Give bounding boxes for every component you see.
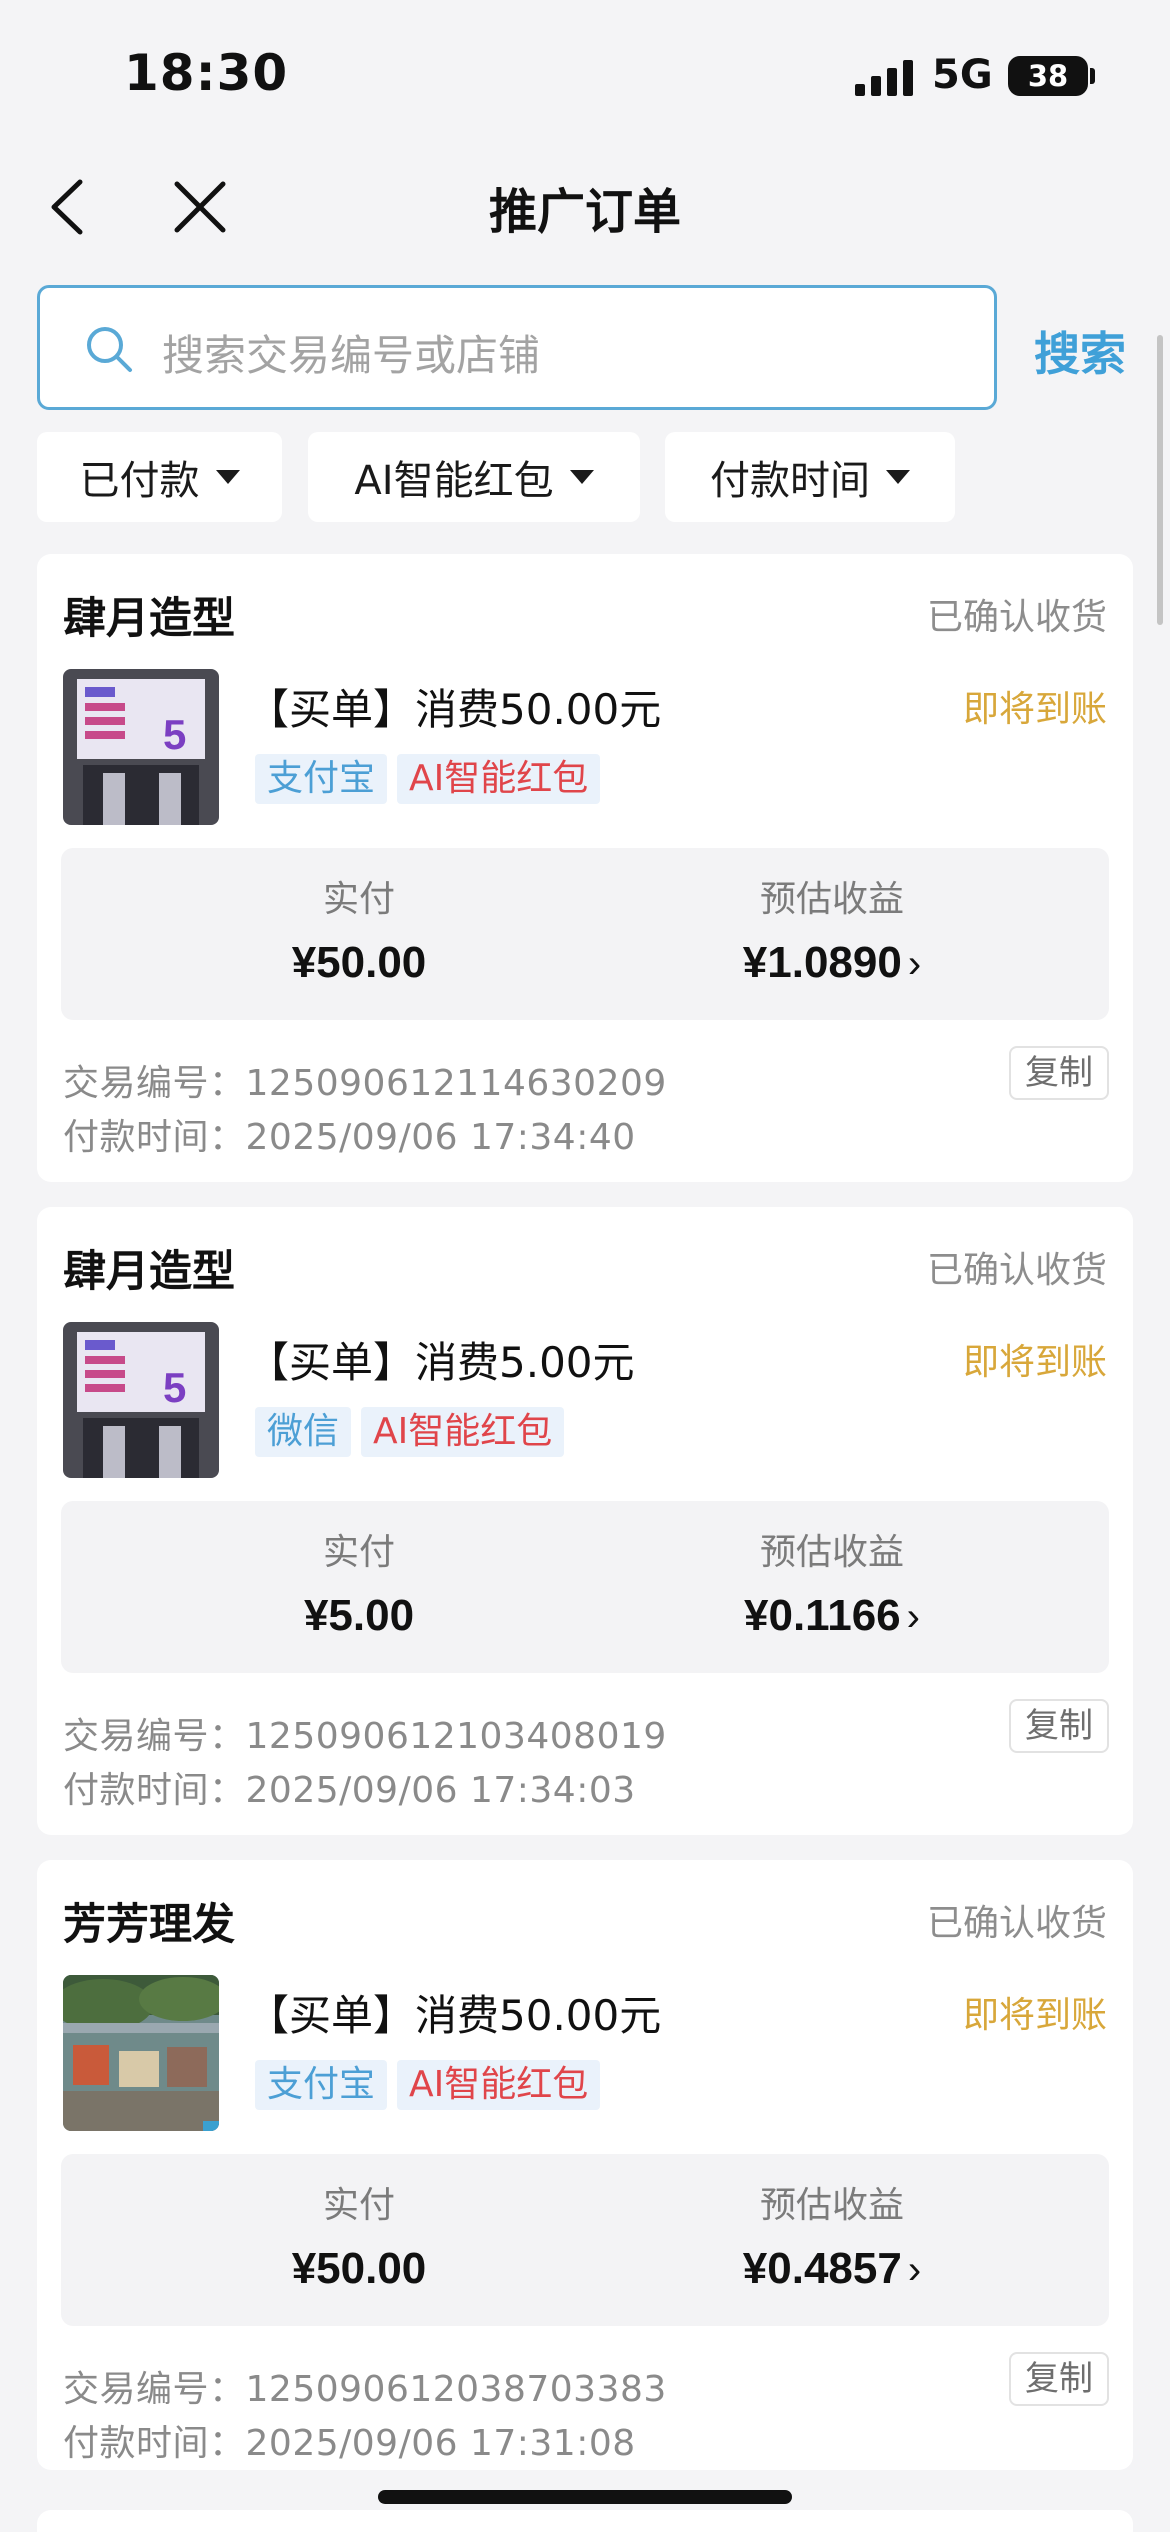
search-placeholder: 搜索交易编号或店铺: [162, 331, 541, 380]
amount-panel: 实付 预估收益 ¥50.00 ¥1.0890 ›: [61, 848, 1109, 1020]
payment-tag: 微信: [255, 1407, 352, 1457]
search-button[interactable]: 搜索: [1034, 318, 1126, 384]
chevron-right-icon: ›: [906, 1595, 920, 1639]
tx-no-value: 125090612103408019: [245, 1716, 667, 1757]
filter-time[interactable]: 付款时间: [665, 432, 955, 522]
order-status: 已确认收货: [926, 1250, 1107, 1291]
paid-label: 实付: [322, 2185, 395, 2226]
battery-icon: 38: [1008, 56, 1088, 96]
network-label: 5G: [932, 52, 993, 98]
shop-thumbnail: [63, 1975, 219, 2131]
caret-down-icon: [215, 470, 240, 484]
home-indicator[interactable]: [378, 2490, 792, 2504]
settle-status: 即将到账: [962, 1995, 1107, 2036]
caret-down-icon: [886, 470, 910, 484]
tx-no-label: 交易编号：: [63, 1716, 246, 1757]
copy-button[interactable]: 复制: [1009, 2352, 1109, 2406]
paid-label: 实付: [322, 879, 395, 920]
promo-tag: AI智能红包: [397, 2060, 601, 2110]
tag-list: 支付宝 AI智能红包: [255, 754, 601, 804]
tx-no-label: 交易编号：: [63, 2369, 246, 2410]
order-card[interactable]: 肆月造型 已确认收货 5 【买单】消费50.00元 即将到账 支付宝 AI智能红…: [37, 554, 1133, 1182]
income-amount[interactable]: ¥1.0890 ›: [682, 938, 982, 988]
product-title: 【买单】消费50.00元: [247, 685, 662, 734]
payment-tag: 支付宝: [255, 754, 388, 804]
filter-status-label: 已付款: [79, 458, 200, 504]
thumbnail-sign-number: 5: [163, 711, 186, 758]
pay-time-row: 付款时间：2025/09/06 17:31:08: [63, 2414, 636, 2466]
order-card-partial[interactable]: [37, 2510, 1133, 2532]
amount-panel: 实付 预估收益 ¥50.00 ¥0.4857 ›: [61, 2154, 1109, 2326]
promo-tag: AI智能红包: [397, 754, 601, 804]
shop-name: 芳芳理发: [63, 1900, 235, 1950]
income-label: 预估收益: [759, 1532, 904, 1573]
search-icon: [87, 327, 132, 372]
income-value: ¥1.0890: [742, 938, 902, 987]
tx-no-label: 交易编号：: [63, 1063, 246, 1104]
income-label: 预估收益: [759, 2185, 904, 2226]
paid-label: 实付: [322, 1532, 395, 1573]
search-input[interactable]: 搜索交易编号或店铺: [37, 285, 997, 410]
income-amount[interactable]: ¥0.1166 ›: [682, 1591, 982, 1641]
tx-no-row: 交易编号：125090612038703383: [63, 2360, 667, 2412]
shop-thumbnail: 5: [63, 669, 219, 825]
tag-list: 微信 AI智能红包: [255, 1407, 565, 1457]
order-status: 已确认收货: [926, 1903, 1107, 1944]
pay-time-label: 付款时间：: [63, 2423, 246, 2464]
pay-time-value: 2025/09/06 17:31:08: [245, 2423, 636, 2464]
copy-button[interactable]: 复制: [1009, 1046, 1109, 1100]
shop-name: 肆月造型: [63, 594, 235, 644]
product-title: 【买单】消费5.00元: [247, 1338, 635, 1387]
status-bar: 18:30 5G 38: [0, 0, 1170, 150]
pay-time-row: 付款时间：2025/09/06 17:34:03: [63, 1761, 636, 1813]
income-value: ¥0.1166: [744, 1591, 901, 1640]
caret-down-icon: [569, 470, 594, 484]
chevron-right-icon: ›: [907, 2248, 922, 2292]
payment-tag: 支付宝: [255, 2060, 388, 2110]
status-time: 18:30: [124, 44, 289, 102]
filter-time-label: 付款时间: [710, 458, 870, 504]
paid-amount: ¥50.00: [291, 938, 427, 987]
promo-tag: AI智能红包: [361, 1407, 565, 1457]
thumbnail-sign-number: 5: [163, 1364, 186, 1411]
income-value: ¥0.4857: [742, 2244, 902, 2293]
tx-no-row: 交易编号：125090612114630209: [63, 1054, 667, 1106]
tx-no-value: 125090612038703383: [245, 2369, 667, 2410]
chevron-right-icon: ›: [907, 942, 922, 986]
income-amount[interactable]: ¥0.4857 ›: [682, 2244, 982, 2294]
page-title: 推广订单: [488, 184, 681, 240]
shop-name: 肆月造型: [63, 1247, 235, 1297]
paid-amount: ¥50.00: [291, 2244, 427, 2293]
battery-tip: [1090, 68, 1095, 84]
paid-amount: ¥5.00: [303, 1591, 415, 1640]
pay-time-label: 付款时间：: [63, 1117, 246, 1158]
tx-no-row: 交易编号：125090612103408019: [63, 1707, 667, 1759]
order-card[interactable]: 芳芳理发 已确认收货 【买单】消费50.00元 即将到账 支付宝 AI智能红包 …: [37, 1860, 1133, 2470]
amount-panel: 实付 预估收益 ¥5.00 ¥0.1166 ›: [61, 1501, 1109, 1673]
tx-no-value: 125090612114630209: [245, 1063, 667, 1104]
shop-thumbnail: 5: [63, 1322, 219, 1478]
settle-status: 即将到账: [962, 1342, 1107, 1383]
product-title: 【买单】消费50.00元: [247, 1991, 662, 2040]
scrollbar[interactable]: [1157, 335, 1163, 625]
tag-list: 支付宝 AI智能红包: [255, 2060, 601, 2110]
signal-icon: [855, 60, 913, 96]
filter-type[interactable]: AI智能红包: [308, 432, 640, 522]
pay-time-label: 付款时间：: [63, 1770, 246, 1811]
settle-status: 即将到账: [962, 689, 1107, 730]
pay-time-row: 付款时间：2025/09/06 17:34:40: [63, 1108, 636, 1160]
pay-time-value: 2025/09/06 17:34:03: [245, 1770, 636, 1811]
filter-type-label: AI智能红包: [354, 458, 554, 504]
order-status: 已确认收货: [926, 597, 1107, 638]
income-label: 预估收益: [759, 879, 904, 920]
order-card[interactable]: 肆月造型 已确认收货 5 【买单】消费5.00元 即将到账 微信 AI智能红包 …: [37, 1207, 1133, 1835]
copy-button[interactable]: 复制: [1009, 1699, 1109, 1753]
pay-time-value: 2025/09/06 17:34:40: [245, 1117, 636, 1158]
filter-status[interactable]: 已付款: [37, 432, 282, 522]
